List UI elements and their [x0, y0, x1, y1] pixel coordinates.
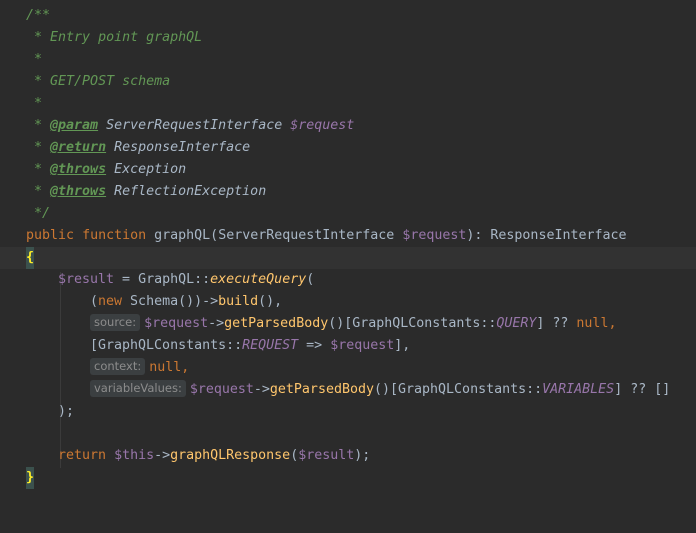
- code-line[interactable]: source: $request->getParsedBody()[GraphQL…: [0, 313, 696, 335]
- doc-param-line: * @param ServerRequestInterface $request: [34, 118, 355, 133]
- code-editor[interactable]: /** * Entry point graphQL * * GET/POST s…: [0, 0, 696, 506]
- doc-tag-return: @return: [50, 140, 107, 155]
- code-line[interactable]: * @return ResponseInterface: [0, 137, 696, 159]
- doc-tag-throws: @throws: [50, 162, 107, 177]
- code-line[interactable]: * @param ServerRequestInterface $request: [0, 115, 696, 137]
- argument-variables: variableValues: $request->getParsedBody()…: [90, 379, 670, 401]
- argument-schema: (new Schema())->build(),: [90, 294, 283, 309]
- doc-summary: Entry point graphQL: [50, 30, 203, 45]
- doc-note: GET/POST schema: [50, 74, 171, 89]
- code-line[interactable]: $result = GraphQL::executeQuery(: [0, 269, 696, 291]
- doc-return-line: * @return ResponseInterface: [34, 140, 251, 155]
- code-line[interactable]: *: [0, 49, 696, 71]
- code-line[interactable]: * @throws Exception: [0, 159, 696, 181]
- doc-comment-line: * GET/POST schema: [34, 74, 171, 89]
- code-line[interactable]: variableValues: $request->getParsedBody()…: [0, 379, 696, 401]
- call-close: );: [58, 404, 75, 419]
- function-signature: public function graphQL(ServerRequestInt…: [26, 228, 627, 243]
- return-statement: return $this->graphQLResponse($result);: [58, 448, 371, 463]
- doc-comment-line: * Entry point graphQL: [34, 30, 203, 45]
- function-name: graphQL: [154, 228, 211, 243]
- doc-comment-open: /**: [26, 8, 51, 23]
- parameter-hint-source: source:: [90, 314, 141, 331]
- code-line[interactable]: * Entry point graphQL: [0, 27, 696, 49]
- doc-tag-param: @param: [50, 118, 99, 133]
- doc-comment-close: */: [34, 206, 51, 221]
- doc-comment-line: *: [34, 96, 43, 111]
- doc-tag-throws: @throws: [50, 184, 107, 199]
- code-line[interactable]: * @throws ReflectionException: [0, 181, 696, 203]
- argument-context: context: null,: [90, 357, 189, 379]
- code-line[interactable]: * GET/POST schema: [0, 71, 696, 93]
- code-line-empty[interactable]: [0, 423, 696, 445]
- code-line[interactable]: (new Schema())->build(),: [0, 291, 696, 313]
- doc-throws-line: * @throws ReflectionException: [34, 184, 267, 199]
- code-line[interactable]: /**: [0, 5, 696, 27]
- statement-result: $result = GraphQL::executeQuery(: [58, 272, 315, 287]
- matched-brace-close: }: [26, 467, 35, 489]
- doc-throws-line: * @throws Exception: [34, 162, 187, 177]
- code-line[interactable]: );: [0, 401, 696, 423]
- code-line[interactable]: *: [0, 93, 696, 115]
- code-line[interactable]: context: null,: [0, 357, 696, 379]
- code-line[interactable]: }: [0, 467, 696, 489]
- code-line[interactable]: return $this->graphQLResponse($result);: [0, 445, 696, 467]
- code-line-current[interactable]: {: [0, 247, 696, 269]
- argument-source: source: $request->getParsedBody()[GraphQL…: [90, 313, 616, 335]
- matched-brace-open: {: [26, 247, 35, 269]
- doc-comment-line: *: [34, 52, 43, 67]
- code-line[interactable]: [GraphQLConstants::REQUEST => $request],: [0, 335, 696, 357]
- parameter-hint-variable-values: variableValues:: [90, 380, 186, 397]
- argument-root: [GraphQLConstants::REQUEST => $request],: [90, 338, 411, 353]
- parameter-hint-context: context:: [90, 358, 146, 375]
- code-line[interactable]: public function graphQL(ServerRequestInt…: [0, 225, 696, 247]
- code-line[interactable]: */: [0, 203, 696, 225]
